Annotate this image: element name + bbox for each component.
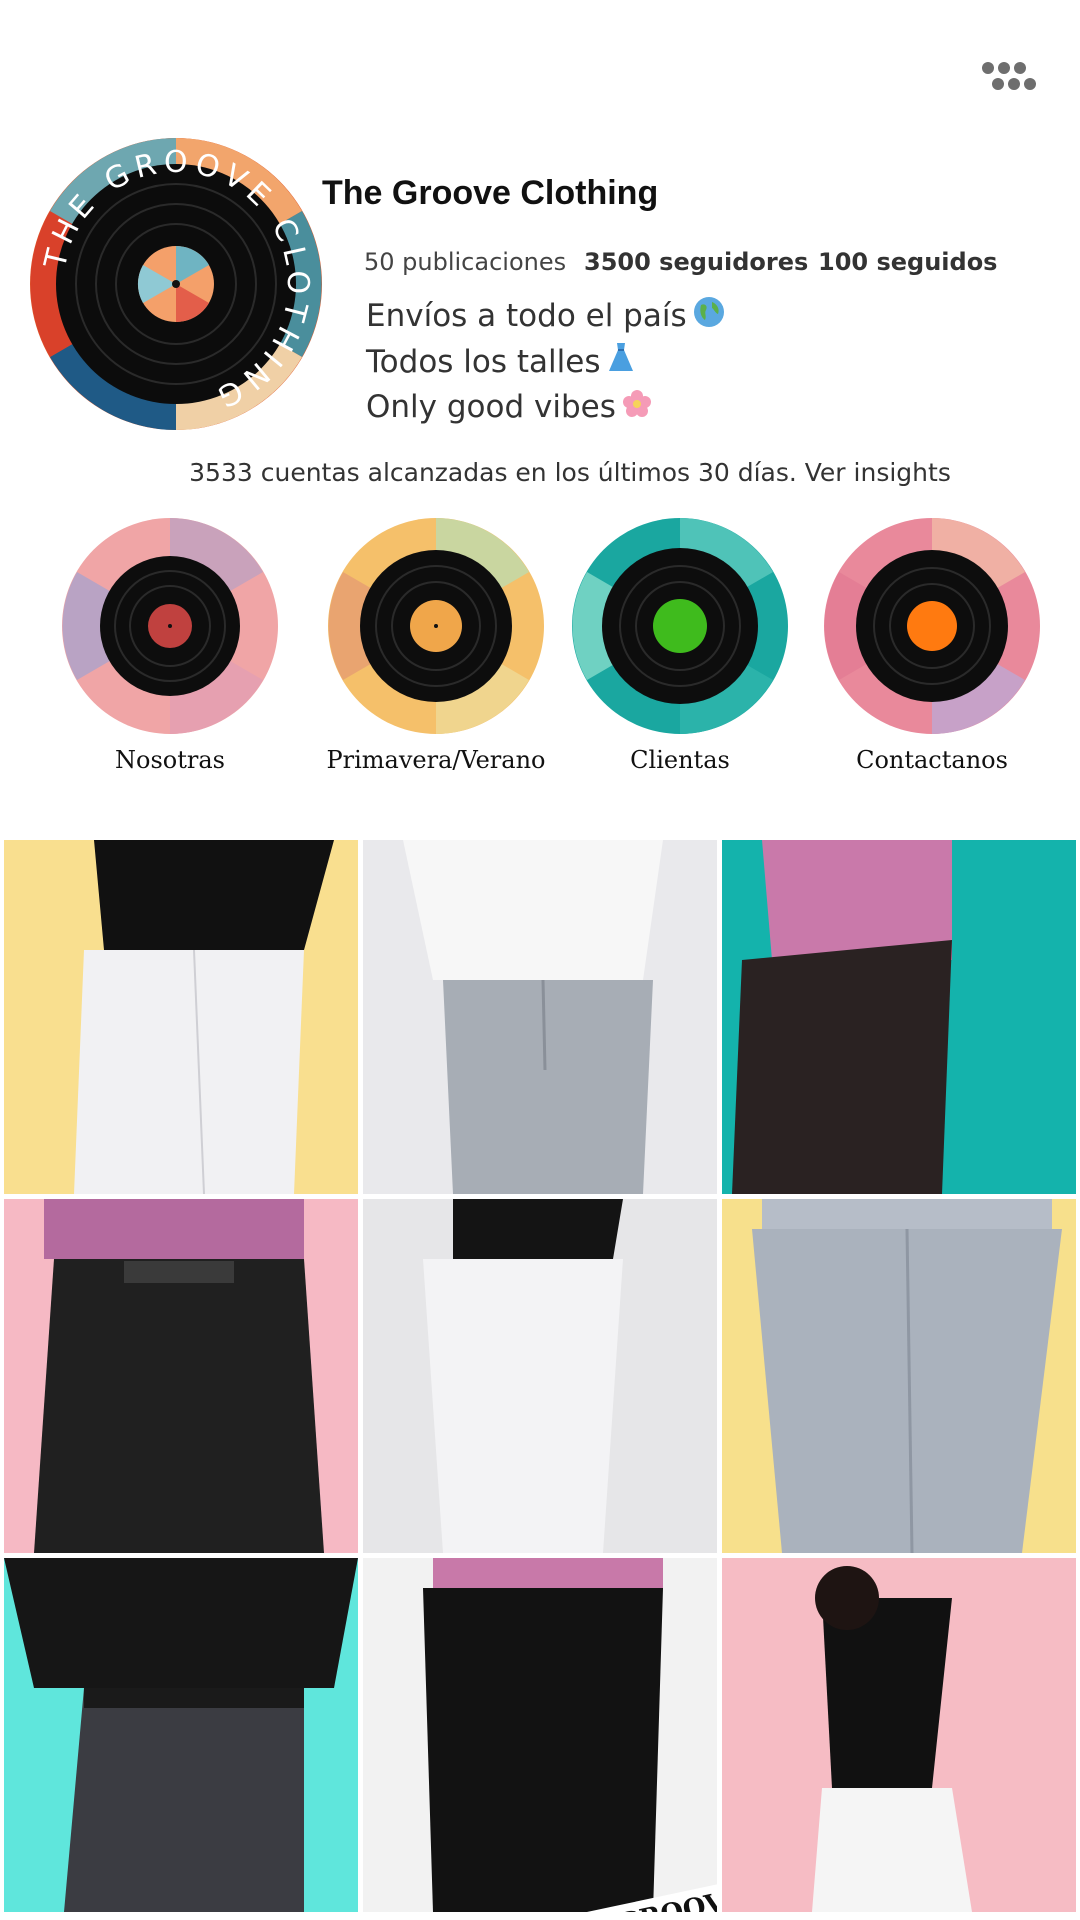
more-options-button[interactable]: [980, 58, 1050, 94]
post-tile[interactable]: [722, 1199, 1076, 1553]
posts-count[interactable]: 50 publicaciones: [364, 248, 566, 276]
vinyl-logo-icon: THE GROOVE CLOTHING: [30, 138, 322, 430]
vinyl-record-icon: [62, 518, 278, 734]
profile-name: The Groove Clothing: [322, 174, 659, 212]
vinyl-record-icon: [328, 518, 544, 734]
post-tile[interactable]: [4, 1199, 358, 1553]
post-tile[interactable]: [4, 840, 358, 1194]
post-tile[interactable]: [722, 1558, 1076, 1912]
bio-line: Envíos a todo el país: [366, 294, 725, 340]
post-tile[interactable]: THE GROOVE CLOTHING: [363, 1558, 717, 1912]
vinyl-record-icon: [572, 518, 788, 734]
following-count[interactable]: 100 seguidos: [818, 248, 997, 276]
highlight-label: Nosotras: [115, 746, 225, 774]
insights-link[interactable]: 3533 cuentas alcanzadas en los últimos 3…: [0, 458, 1080, 487]
followers-count[interactable]: 3500 seguidores: [584, 248, 808, 276]
post-tile[interactable]: [722, 840, 1076, 1194]
dress-icon: [606, 341, 636, 385]
post-tile[interactable]: [363, 840, 717, 1194]
cherry-blossom-icon: [622, 387, 652, 431]
bio-line: Todos los talles: [366, 340, 725, 386]
post-tile[interactable]: [363, 1199, 717, 1553]
posts-grid: THE GROOVE CLOTHING: [4, 840, 1076, 1912]
vinyl-record-icon: [824, 518, 1040, 734]
bio-line: Only good vibes: [366, 385, 725, 431]
highlight-primavera-verano[interactable]: Primavera/Verano: [326, 518, 546, 774]
post-tile[interactable]: [4, 1558, 358, 1912]
highlight-label: Clientas: [630, 746, 730, 774]
more-dots-icon: [982, 62, 994, 74]
profile-bio: Envíos a todo el país Todos los talles O…: [366, 294, 725, 431]
highlight-label: Contactanos: [856, 746, 1008, 774]
highlight-contactanos[interactable]: Contactanos: [822, 518, 1042, 774]
highlight-clientas[interactable]: Clientas: [570, 518, 790, 774]
globe-icon: [693, 296, 725, 340]
highlight-label: Primavera/Verano: [326, 746, 546, 774]
profile-avatar[interactable]: THE GROOVE CLOTHING: [30, 138, 322, 430]
highlight-nosotras[interactable]: Nosotras: [60, 518, 280, 774]
